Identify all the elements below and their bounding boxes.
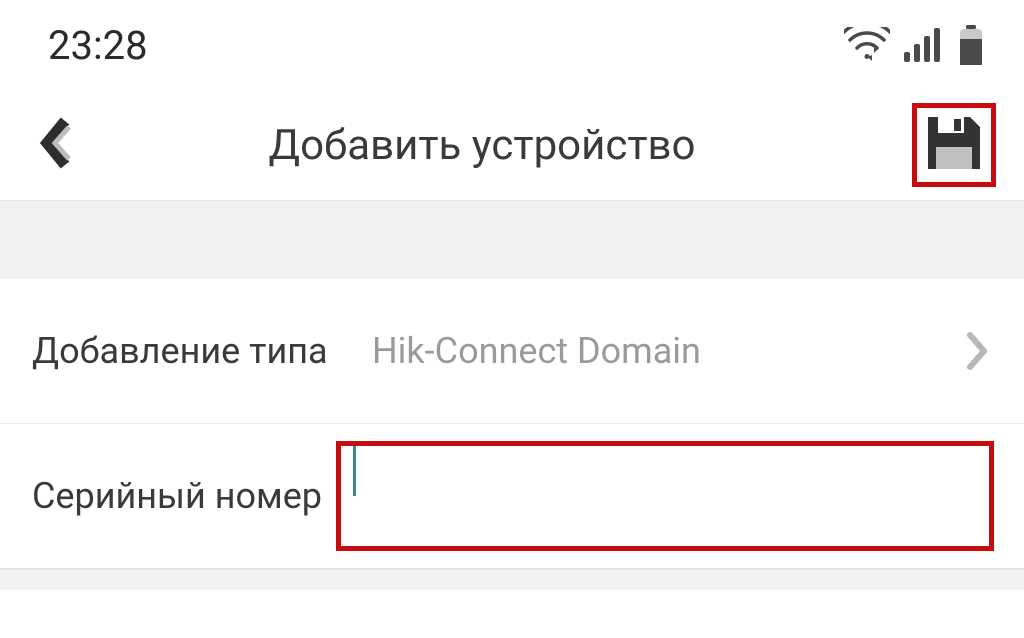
save-icon — [924, 113, 984, 177]
section-gap — [0, 200, 1024, 278]
serial-number-label: Серийный номер — [32, 475, 356, 517]
chevron-right-icon — [962, 335, 994, 367]
add-type-row[interactable]: Добавление типа Hik-Connect Domain — [0, 278, 1024, 423]
text-cursor — [353, 446, 356, 496]
bottom-gap — [0, 570, 1024, 590]
save-button[interactable] — [912, 103, 996, 187]
serial-number-row: Серийный номер — [0, 423, 1024, 568]
wifi-icon — [844, 27, 890, 63]
add-type-label: Добавление типа — [32, 330, 372, 372]
add-type-value: Hik-Connect Domain — [372, 330, 962, 372]
page-title: Добавить устройство — [52, 121, 912, 170]
app-header: Добавить устройство — [0, 90, 1024, 200]
status-bar: 23:28 — [0, 0, 1024, 90]
battery-icon — [958, 25, 984, 65]
status-icons — [844, 25, 984, 65]
signal-icon — [904, 28, 944, 62]
serial-number-input[interactable] — [353, 446, 977, 546]
serial-number-input-wrap[interactable] — [336, 441, 994, 551]
status-time: 23:28 — [48, 22, 148, 69]
